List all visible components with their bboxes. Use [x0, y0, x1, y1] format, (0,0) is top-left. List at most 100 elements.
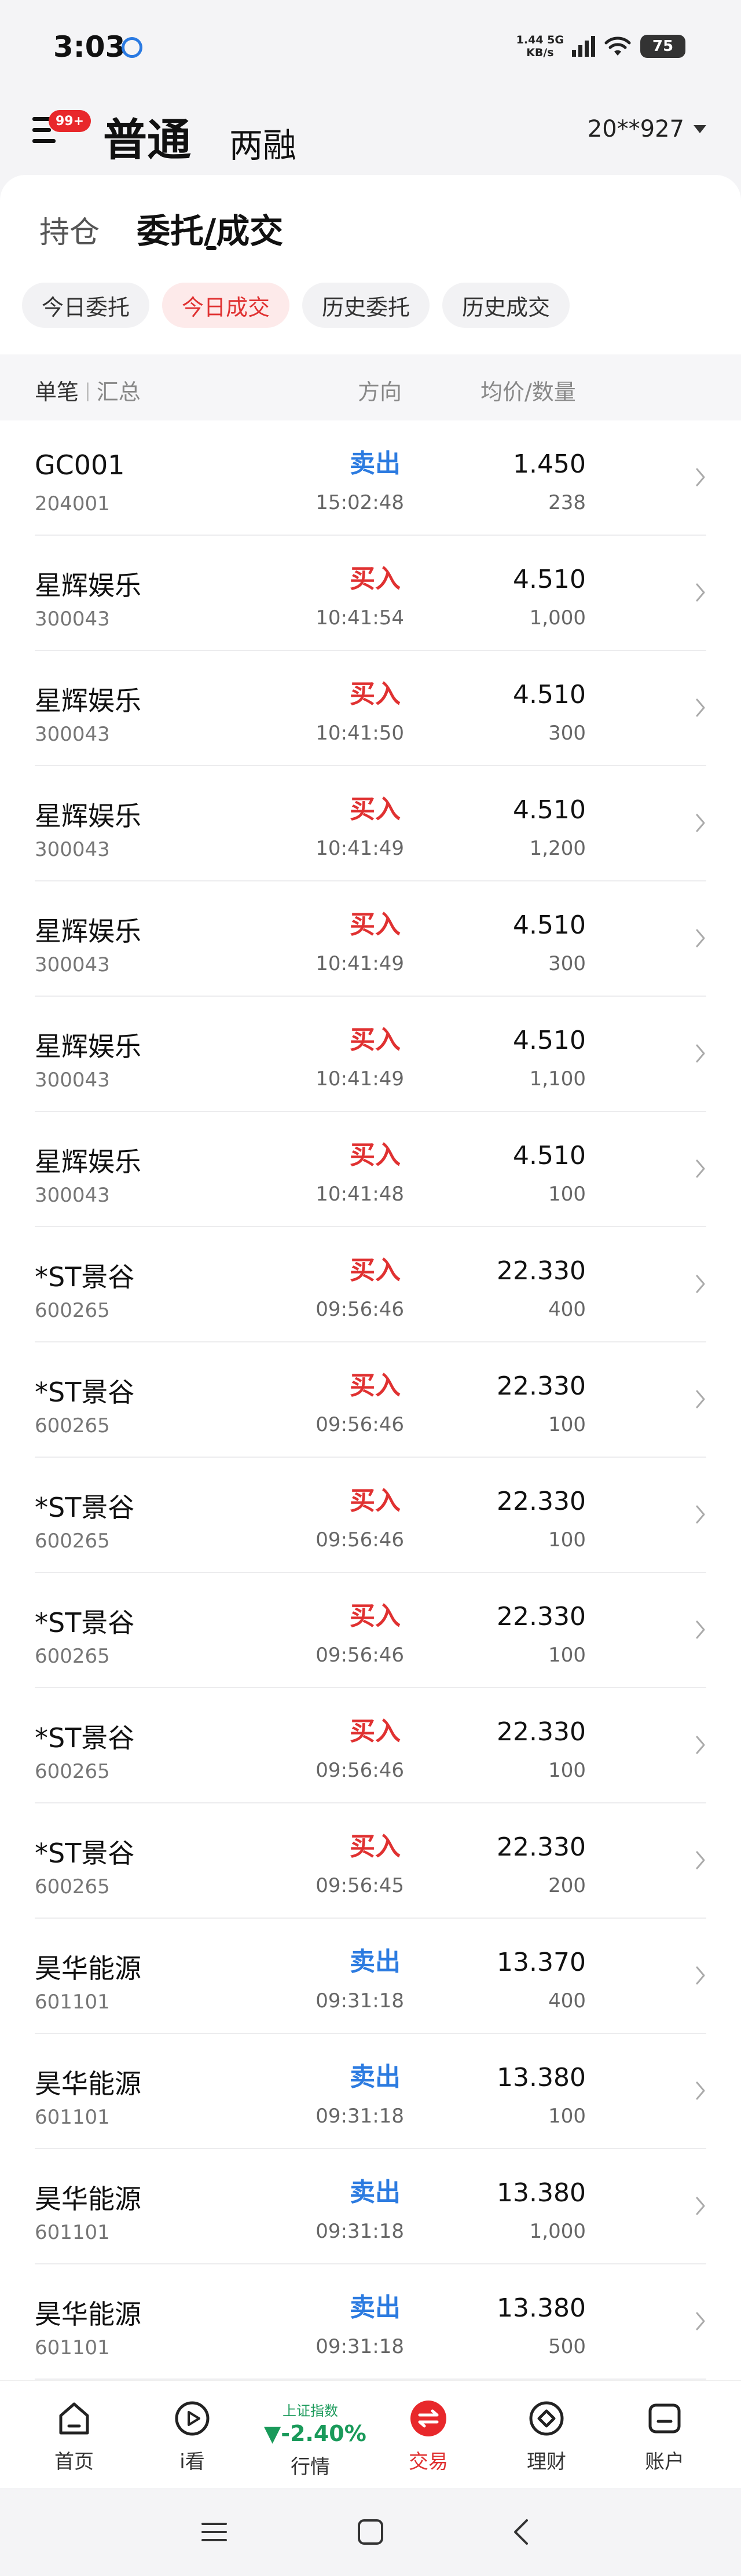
trade-row[interactable]: 星辉娱乐 300043 买入 10:41:50 4.510 300 [0, 651, 741, 766]
back-icon[interactable] [505, 2515, 540, 2549]
status-bar: 3:03 1.44 5G KB/s 75 [0, 0, 741, 97]
nav-watch[interactable]: i看 [146, 2398, 239, 2474]
tab-positions[interactable]: 持仓 [39, 208, 100, 251]
play-icon [175, 2401, 210, 2436]
stock-name: 昊华能源 [35, 2068, 141, 2099]
toggle-summary[interactable]: 汇总 [97, 374, 141, 406]
stock-name: *ST景谷 [35, 1492, 135, 1523]
trade-price: 22.330 [497, 1487, 586, 1516]
trade-quantity: 100 [548, 1183, 586, 1206]
mode-tab-margin[interactable]: 两融 [229, 118, 296, 167]
trade-price: 13.370 [497, 1948, 586, 1977]
chevron-right-icon [696, 1966, 705, 1985]
trade-row[interactable]: 星辉娱乐 300043 买入 10:41:48 4.510 100 [0, 1112, 741, 1227]
trade-quantity: 1,000 [529, 2220, 586, 2243]
chevron-right-icon [696, 2081, 705, 2100]
network-type: 5G [547, 34, 564, 46]
active-tab-indicator [206, 246, 217, 250]
trade-price: 22.330 [497, 1717, 586, 1747]
home-button-icon[interactable] [353, 2515, 388, 2549]
nav-watch-label: i看 [179, 2450, 205, 2473]
trade-price: 4.510 [513, 680, 586, 709]
chevron-right-icon [696, 2197, 705, 2215]
chevron-right-icon [696, 1275, 705, 1293]
column-header: 单笔 | 汇总 方向 均价/数量 [0, 354, 741, 420]
chevron-right-icon [696, 468, 705, 486]
trade-price: 22.330 [497, 1371, 586, 1401]
trade-row[interactable]: 昊华能源 601101 卖出 09:31:18 13.380 500 [0, 2264, 741, 2380]
trade-quantity: 500 [548, 2335, 586, 2358]
trade-price: 13.380 [497, 2293, 586, 2323]
net-speed: 1.44 5G KB/s [516, 34, 564, 59]
trade-row[interactable]: 昊华能源 601101 卖出 09:31:18 13.380 1,000 [0, 2149, 741, 2264]
subtab-history-trades[interactable]: 历史成交 [442, 283, 570, 328]
trade-time: 10:41:50 [316, 722, 404, 745]
trade-list: GC001 204001 卖出 15:02:48 1.450 238 星辉娱乐 300043 买… [0, 420, 741, 2380]
toggle-detail[interactable]: 单笔 [35, 374, 79, 406]
trade-row[interactable]: *ST景谷 600265 买入 09:56:45 22.330 200 [0, 1803, 741, 1919]
stock-code: 300043 [35, 953, 110, 976]
nav-account[interactable]: 账户 [618, 2398, 711, 2474]
subtab-today-trades[interactable]: 今日成交 [162, 283, 290, 328]
stock-code: 300043 [35, 608, 110, 631]
stock-code: 600265 [35, 1529, 110, 1553]
trade-side: 卖出 [350, 1947, 401, 1977]
stock-code: 600265 [35, 1760, 110, 1783]
trade-time: 09:56:46 [316, 1413, 404, 1436]
toggle-separator: | [85, 379, 91, 401]
subtab-today-orders[interactable]: 今日委托 [22, 283, 150, 328]
chevron-right-icon [696, 1505, 705, 1524]
nav-home[interactable]: 首页 [28, 2398, 120, 2474]
trade-row[interactable]: 星辉娱乐 300043 买入 10:41:54 4.510 1,000 [0, 536, 741, 651]
subtab-history-orders[interactable]: 历史委托 [302, 283, 430, 328]
home-icon [59, 2402, 89, 2435]
trade-time: 15:02:48 [316, 491, 404, 514]
wealth-icon [529, 2401, 564, 2436]
nav-wealth[interactable]: 理财 [500, 2398, 593, 2474]
view-toggle: 单笔 | 汇总 [35, 374, 141, 406]
trade-quantity: 1,100 [529, 1067, 586, 1091]
tab-orders-trades[interactable]: 委托/成交 [137, 204, 283, 253]
trade-row[interactable]: *ST景谷 600265 买入 09:56:46 22.330 100 [0, 1342, 741, 1458]
chevron-right-icon [696, 1851, 705, 1869]
trade-side: 买入 [350, 1256, 401, 1285]
nav-market-label: 行情 [291, 2456, 330, 2479]
stock-code: 300043 [35, 1184, 110, 1207]
mode-tab-normal[interactable]: 普通 [103, 104, 191, 168]
nav-trade[interactable]: 交易 [382, 2398, 475, 2474]
recent-apps-icon[interactable] [197, 2515, 232, 2549]
trade-side: 买入 [350, 1371, 401, 1400]
trade-row[interactable]: 星辉娱乐 300043 买入 10:41:49 4.510 1,200 [0, 766, 741, 881]
trade-quantity: 300 [548, 952, 586, 975]
stock-name: 星辉娱乐 [35, 1146, 141, 1177]
trade-price: 22.330 [497, 1256, 586, 1286]
trade-side: 买入 [350, 564, 401, 594]
trade-time: 09:31:18 [316, 1989, 404, 2012]
trade-quantity: 200 [548, 1874, 586, 1897]
trade-side: 买入 [350, 795, 401, 824]
stock-name: *ST景谷 [35, 1261, 135, 1293]
trade-row[interactable]: *ST景谷 600265 买入 09:56:46 22.330 100 [0, 1458, 741, 1573]
trade-row[interactable]: GC001 204001 卖出 15:02:48 1.450 238 [0, 420, 741, 536]
stock-code: 300043 [35, 723, 110, 746]
nav-market[interactable]: 上证指数 ▼-2.40% 行情 [264, 2398, 366, 2479]
trade-row[interactable]: *ST景谷 600265 买入 09:56:46 22.330 100 [0, 1688, 741, 1803]
trade-quantity: 400 [548, 1989, 586, 2012]
trade-side: 买入 [350, 1601, 401, 1631]
trade-row[interactable]: 昊华能源 601101 卖出 09:31:18 13.370 400 [0, 1919, 741, 2034]
trade-quantity: 1,200 [529, 837, 586, 860]
trade-row[interactable]: 昊华能源 601101 卖出 09:31:18 13.380 100 [0, 2034, 741, 2149]
trade-quantity: 100 [548, 1413, 586, 1436]
trade-side: 卖出 [350, 449, 401, 478]
trade-side: 买入 [350, 1025, 401, 1055]
trade-row[interactable]: *ST景谷 600265 买入 09:56:46 22.330 400 [0, 1227, 741, 1342]
trade-row[interactable]: 星辉娱乐 300043 买入 10:41:49 4.510 300 [0, 881, 741, 997]
trade-price: 4.510 [513, 795, 586, 825]
signal-icon [572, 36, 595, 57]
account-selector[interactable]: 20**927 [588, 116, 706, 142]
system-nav [0, 2488, 741, 2576]
trade-row[interactable]: *ST景谷 600265 买入 09:56:46 22.330 100 [0, 1573, 741, 1688]
nav-wealth-label: 理财 [527, 2450, 566, 2473]
index-name: 上证指数 [283, 2403, 338, 2419]
trade-row[interactable]: 星辉娱乐 300043 买入 10:41:49 4.510 1,100 [0, 997, 741, 1112]
